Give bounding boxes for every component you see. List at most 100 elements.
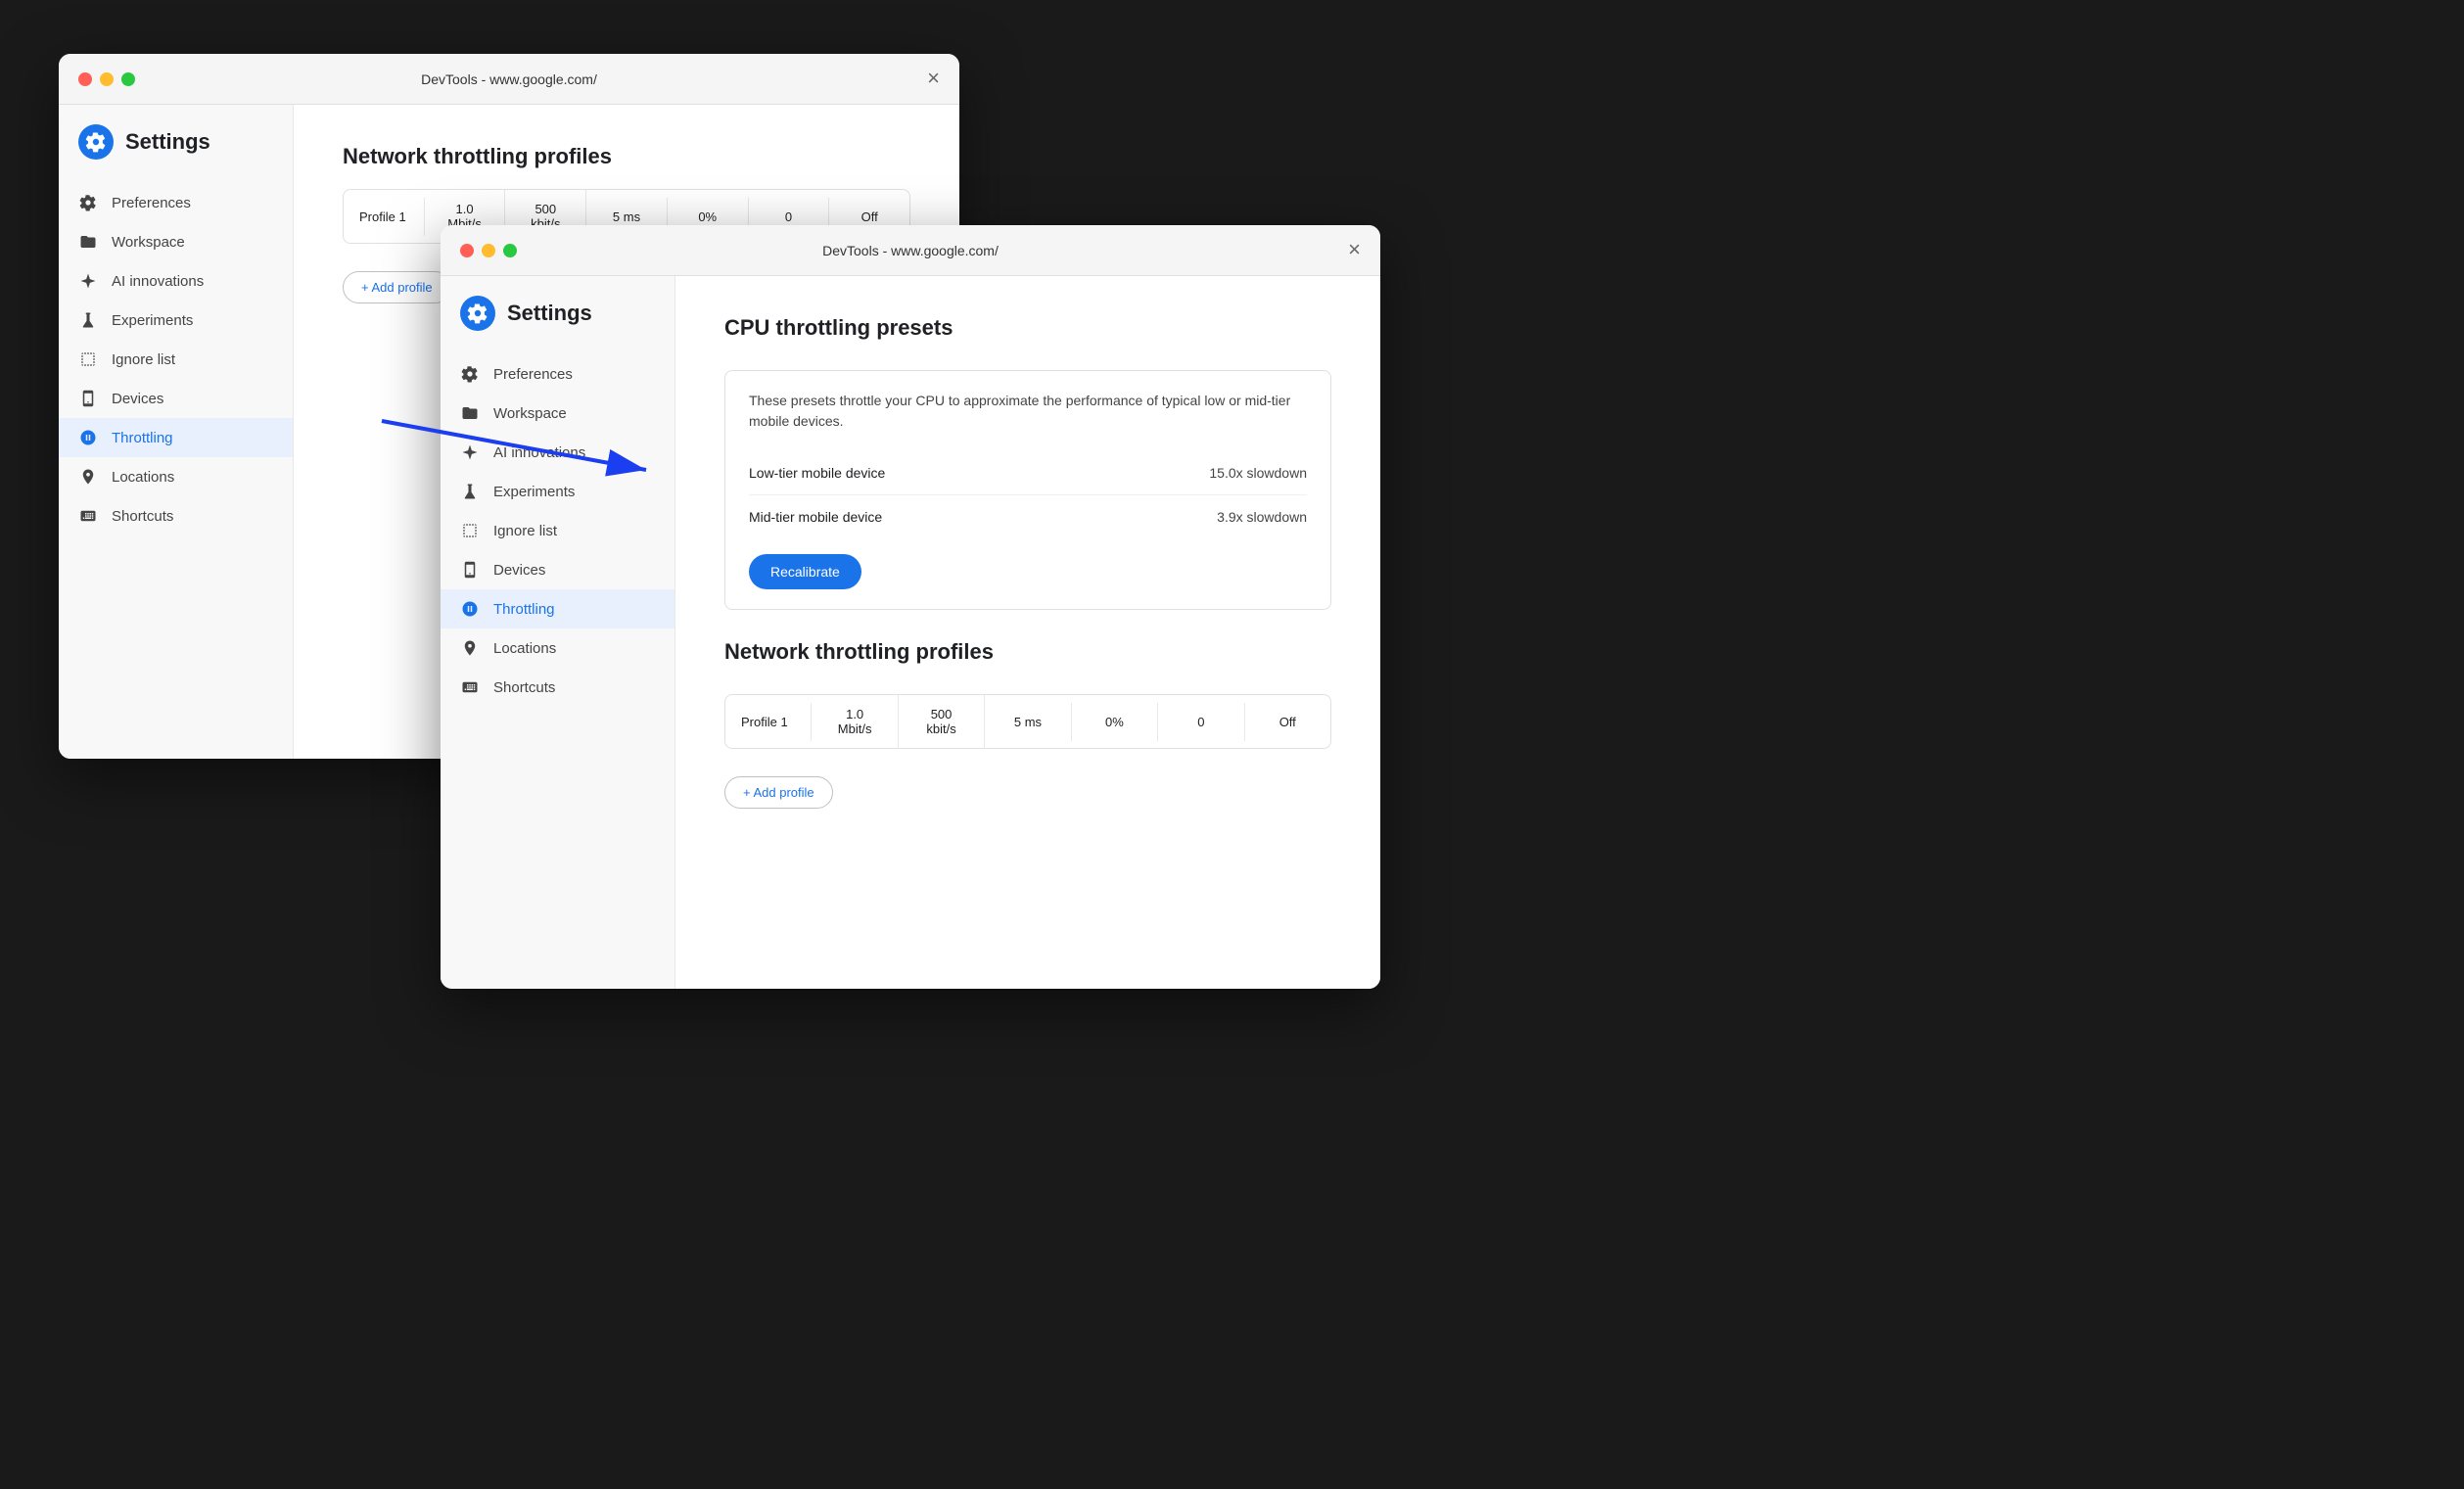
settings-icon-back	[78, 124, 114, 160]
preferences-label-back: Preferences	[112, 195, 191, 211]
ignore-icon-back	[78, 349, 98, 369]
devices-label-back: Devices	[112, 391, 163, 407]
sidebar-header-front: Settings	[441, 296, 674, 354]
window-controls-back	[78, 72, 135, 86]
close-button-front[interactable]	[460, 244, 474, 257]
ignore-icon-front	[460, 521, 480, 540]
throttling-label-front: Throttling	[493, 601, 555, 618]
titlebar-back: DevTools - www.google.com/	[59, 54, 959, 105]
sidebar-item-workspace-back[interactable]: Workspace	[59, 222, 293, 261]
profile-row-front: Profile 1 1.0 Mbit/s 500 kbit/s 5 ms 0% …	[725, 695, 1330, 748]
locations-label-front: Locations	[493, 640, 556, 657]
keyboard-icon-front	[460, 677, 480, 697]
folder-icon-front	[460, 403, 480, 423]
sidebar-item-locations-front[interactable]: Locations	[441, 628, 674, 668]
maximize-button-back[interactable]	[121, 72, 135, 86]
profile-name-back: Profile 1	[344, 198, 425, 236]
cpu-desc: These presets throttle your CPU to appro…	[749, 391, 1307, 432]
location-icon-front	[460, 638, 480, 658]
window-title-back: DevTools - www.google.com/	[421, 71, 597, 87]
minimize-button-back[interactable]	[100, 72, 114, 86]
throttling-icon-back	[78, 428, 98, 447]
devices-label-front: Devices	[493, 562, 545, 579]
ai-label-front: AI innovations	[493, 444, 585, 461]
sidebar-item-throttling-front[interactable]: Throttling	[441, 589, 674, 628]
sidebar-item-ai-front[interactable]: AI innovations	[441, 433, 674, 472]
folder-icon-back	[78, 232, 98, 252]
sidebar-item-throttling-back[interactable]: Throttling	[59, 418, 293, 457]
sidebar-item-preferences-front[interactable]: Preferences	[441, 354, 674, 394]
window-content-front: Settings Preferences Workspace AI innova…	[441, 276, 1380, 989]
profile-latency-front: 5 ms	[985, 703, 1071, 741]
workspace-label-back: Workspace	[112, 234, 185, 251]
main-content-front: × CPU throttling presets These presets t…	[675, 276, 1380, 989]
profile-packet-loss-front: 0%	[1072, 703, 1158, 741]
preset-mid-name: Mid-tier mobile device	[749, 509, 882, 525]
throttling-icon-front	[460, 599, 480, 619]
gear-icon-large-back	[85, 131, 107, 153]
sidebar-item-workspace-front[interactable]: Workspace	[441, 394, 674, 433]
sidebar-item-shortcuts-back[interactable]: Shortcuts	[59, 496, 293, 535]
profile-connection-front: Off	[1245, 703, 1330, 741]
add-profile-label-back: + Add profile	[361, 280, 433, 295]
sidebar-item-preferences-back[interactable]: Preferences	[59, 183, 293, 222]
maximize-button-front[interactable]	[503, 244, 517, 257]
settings-icon-front	[460, 296, 495, 331]
add-profile-button-front[interactable]: + Add profile	[724, 776, 833, 809]
workspace-label-front: Workspace	[493, 405, 567, 422]
sidebar-back: Settings Preferences Workspace AI innova…	[59, 105, 294, 759]
sidebar-item-experiments-front[interactable]: Experiments	[441, 472, 674, 511]
gear-icon-front	[460, 364, 480, 384]
cpu-presets-box: These presets throttle your CPU to appro…	[724, 370, 1331, 610]
preset-row-low: Low-tier mobile device 15.0x slowdown	[749, 451, 1307, 495]
sidebar-front: Settings Preferences Workspace AI innova…	[441, 276, 675, 989]
keyboard-icon-back	[78, 506, 98, 526]
flask-icon-front	[460, 482, 480, 501]
close-button-back[interactable]	[78, 72, 92, 86]
locations-label-back: Locations	[112, 469, 174, 486]
profile-download-front: 1.0 Mbit/s	[812, 695, 898, 748]
sidebar-item-devices-front[interactable]: Devices	[441, 550, 674, 589]
window-title-front: DevTools - www.google.com/	[822, 243, 999, 258]
sidebar-item-shortcuts-front[interactable]: Shortcuts	[441, 668, 674, 707]
ignore-label-back: Ignore list	[112, 351, 175, 368]
sidebar-item-experiments-back[interactable]: Experiments	[59, 301, 293, 340]
sidebar-item-ignore-front[interactable]: Ignore list	[441, 511, 674, 550]
sidebar-item-ignore-back[interactable]: Ignore list	[59, 340, 293, 379]
minimize-button-front[interactable]	[482, 244, 495, 257]
sparkle-icon-back	[78, 271, 98, 291]
profile-upload-front: 500 kbit/s	[899, 695, 985, 748]
preset-low-name: Low-tier mobile device	[749, 465, 885, 481]
gear-icon-back	[78, 193, 98, 212]
ignore-label-front: Ignore list	[493, 523, 557, 539]
sidebar-item-ai-back[interactable]: AI innovations	[59, 261, 293, 301]
network-profiles-title-back: Network throttling profiles	[343, 144, 910, 169]
device-icon-front	[460, 560, 480, 580]
gear-icon-large-front	[467, 302, 488, 324]
sidebar-item-devices-back[interactable]: Devices	[59, 379, 293, 418]
ai-label-back: AI innovations	[112, 273, 204, 290]
throttling-label-back: Throttling	[112, 430, 173, 446]
profiles-table-front: Profile 1 1.0 Mbit/s 500 kbit/s 5 ms 0% …	[724, 694, 1331, 749]
network-profiles-title-front: Network throttling profiles	[724, 639, 1331, 665]
recalibrate-button[interactable]: Recalibrate	[749, 554, 861, 589]
experiments-label-front: Experiments	[493, 484, 575, 500]
window-controls-front	[460, 244, 517, 257]
devtools-window-front[interactable]: DevTools - www.google.com/ Settings Pref…	[441, 225, 1380, 989]
preset-mid-value: 3.9x slowdown	[1217, 509, 1307, 525]
add-profile-button-back[interactable]: + Add profile	[343, 271, 451, 303]
shortcuts-label-front: Shortcuts	[493, 679, 555, 696]
location-icon-back	[78, 467, 98, 487]
device-icon-back	[78, 389, 98, 408]
experiments-label-back: Experiments	[112, 312, 193, 329]
flask-icon-back	[78, 310, 98, 330]
titlebar-front: DevTools - www.google.com/	[441, 225, 1380, 276]
preset-low-value: 15.0x slowdown	[1209, 465, 1307, 481]
preferences-label-front: Preferences	[493, 366, 573, 383]
profile-queue-front: 0	[1158, 703, 1244, 741]
sidebar-item-locations-back[interactable]: Locations	[59, 457, 293, 496]
profile-name-front: Profile 1	[725, 703, 812, 741]
sidebar-title-front: Settings	[507, 301, 592, 326]
sidebar-title-back: Settings	[125, 129, 210, 155]
sparkle-icon-front	[460, 442, 480, 462]
